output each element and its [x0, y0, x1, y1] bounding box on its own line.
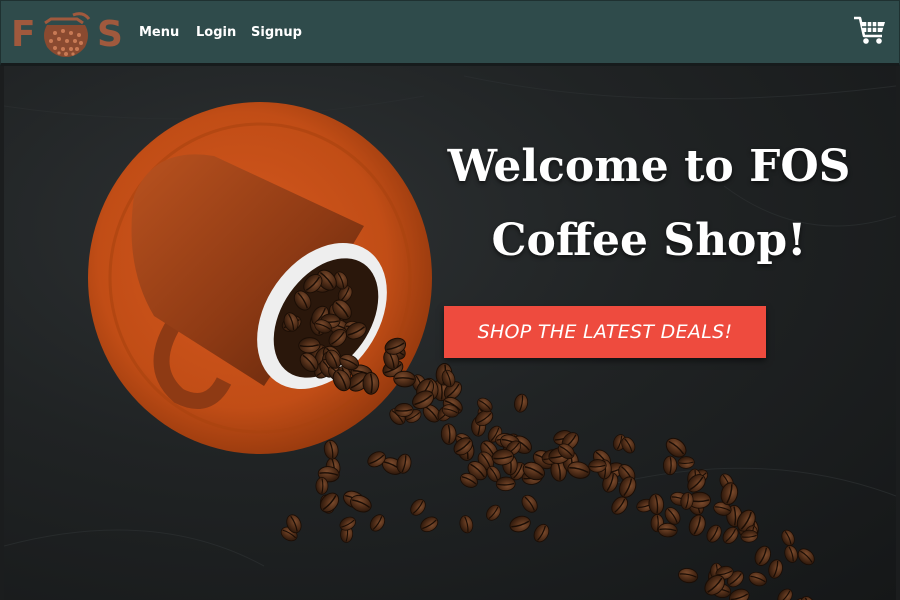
coffee-bean [495, 476, 516, 492]
navbar: F S Menu Login Signup [0, 0, 900, 66]
coffee-bean [784, 545, 798, 563]
nav-login-link[interactable]: Login [196, 23, 236, 43]
coffee-bean [440, 423, 457, 445]
coffee-bean [323, 439, 339, 460]
site-logo[interactable]: F S [11, 11, 127, 57]
coffee-bean [393, 370, 416, 388]
coffee-bean [362, 372, 380, 395]
shop-deals-button[interactable]: SHOP THE LATEST DEALS! [444, 306, 766, 358]
hero-banner: Welcome to FOS Coffee Shop! SHOP THE LAT… [4, 66, 896, 600]
coffee-bean [410, 499, 426, 516]
shopping-cart-icon[interactable] [853, 13, 887, 47]
coffee-bean [459, 515, 474, 534]
coffee-bean [533, 523, 550, 543]
coffee-bean [394, 403, 414, 417]
coffee-bean [521, 494, 538, 513]
coffee-bean [509, 515, 531, 533]
coffee-bean [797, 548, 815, 566]
coffee-bean [657, 522, 678, 538]
logo-letter-f: F [11, 14, 37, 55]
coffee-bean [339, 516, 356, 531]
coffee-bean [648, 493, 665, 515]
nav-signup-link[interactable]: Signup [251, 23, 302, 43]
coffee-bean [486, 504, 501, 521]
coffee-bean [514, 393, 529, 413]
logo-letter-s: S [97, 14, 124, 55]
coffee-bean [748, 571, 767, 587]
coffee-bean [777, 588, 793, 600]
coffee-bean [706, 524, 722, 543]
nav-menu-link[interactable]: Menu [139, 23, 179, 43]
coffee-bean [315, 477, 329, 495]
hero-title: Welcome to FOS Coffee Shop! [424, 130, 874, 278]
coffee-pot-icon [44, 12, 91, 57]
hero-title-line-1: Welcome to FOS [447, 141, 851, 192]
coffee-bean [618, 476, 637, 498]
coffee-bean [677, 456, 695, 469]
coffee-bean [781, 529, 795, 547]
coffee-bean [678, 568, 699, 584]
coffee-bean [662, 455, 678, 476]
hero-title-line-2: Coffee Shop! [491, 215, 807, 266]
coffee-bean [688, 514, 706, 536]
coffee-bean [420, 516, 439, 533]
coffee-bean [369, 514, 386, 532]
coffee-bean [729, 588, 750, 600]
coffee-bean [768, 559, 783, 579]
